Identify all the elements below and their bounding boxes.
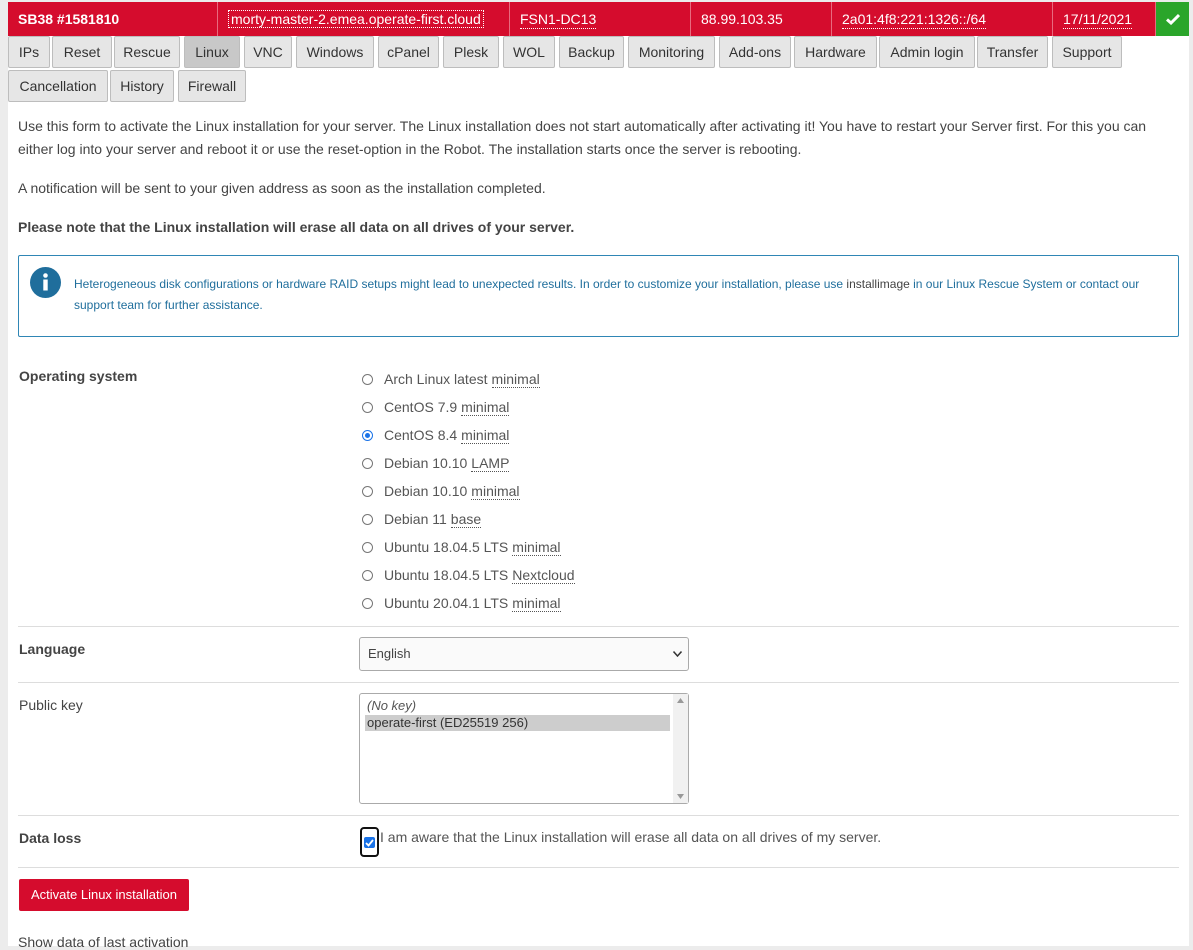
os-variant: minimal — [471, 482, 520, 500]
info-icon — [30, 267, 61, 298]
tab-plesk[interactable]: Plesk — [443, 36, 499, 68]
tab-support[interactable]: Support — [1052, 36, 1122, 68]
installimage-term: installimage — [846, 277, 910, 291]
tab-backup[interactable]: Backup — [559, 36, 624, 68]
dataloss-checkbox[interactable] — [364, 837, 375, 848]
tab-cancellation[interactable]: Cancellation — [8, 70, 108, 102]
server-date[interactable]: 17/11/2021 — [1053, 2, 1156, 36]
intro-line-1: Use this form to activate the Linux inst… — [18, 118, 1147, 134]
os-name: CentOS 8.4 — [384, 427, 458, 443]
tab-rescue[interactable]: Rescue — [114, 36, 180, 68]
os-name: Ubuntu 18.04.5 LTS — [384, 539, 509, 555]
check-icon — [1165, 13, 1180, 25]
os-name: Arch Linux latest — [384, 371, 488, 387]
info-box: Heterogeneous disk configurations or har… — [18, 255, 1179, 337]
server-hostname[interactable]: morty-master-2.emea.operate-first.cloud — [218, 2, 510, 36]
tab-ips[interactable]: IPs — [8, 36, 50, 68]
os-name: Debian 10.10 — [384, 483, 468, 499]
info-text: Heterogeneous disk configurations or har… — [74, 277, 1140, 312]
os-variant: minimal — [461, 426, 510, 444]
os-option[interactable]: Ubuntu 18.04.5 LTS Nextcloud — [362, 564, 575, 586]
os-variant: minimal — [512, 594, 561, 612]
language-select[interactable]: English — [359, 637, 689, 671]
status-ok — [1156, 2, 1189, 36]
server-header: SB38 #1581810 morty-master-2.emea.operat… — [8, 2, 1189, 36]
tab-vnc[interactable]: VNC — [244, 36, 292, 68]
tab-wol[interactable]: WOL — [503, 36, 555, 68]
os-radio[interactable] — [362, 457, 373, 469]
server-ipv6[interactable]: 2a01:4f8:221:1326::/64 — [832, 2, 1053, 36]
os-variant: LAMP — [471, 454, 510, 472]
os-label: Operating system — [19, 368, 138, 384]
os-radio[interactable] — [362, 485, 373, 497]
dataloss-checkbox-focus — [360, 827, 379, 857]
pubkey-listbox[interactable]: (No key) operate-first (ED25519 256) — [359, 693, 689, 804]
divider — [18, 867, 1179, 868]
os-option[interactable]: Arch Linux latest minimal — [362, 368, 540, 390]
language-label: Language — [19, 641, 86, 657]
os-name: Ubuntu 18.04.5 LTS — [384, 567, 509, 583]
os-name: Debian 11 — [384, 511, 447, 527]
os-variant: Nextcloud — [512, 566, 575, 584]
os-option[interactable]: Debian 11 base — [362, 508, 482, 530]
page: SB38 #1581810 morty-master-2.emea.operat… — [8, 2, 1189, 950]
os-option[interactable]: CentOS 8.4 minimal — [362, 424, 510, 446]
tab-linux[interactable]: Linux — [184, 36, 240, 68]
tab-hardware[interactable]: Hardware — [794, 36, 877, 68]
intro-line-2: either log into your server and reboot i… — [18, 141, 802, 157]
os-option[interactable]: Debian 10.10 minimal — [362, 480, 520, 502]
checkmark-icon — [365, 838, 374, 847]
os-option[interactable]: Ubuntu 18.04.5 LTS minimal — [362, 536, 561, 558]
dataloss-text[interactable]: I am aware that the Linux installation w… — [380, 829, 881, 845]
tab-add-ons[interactable]: Add-ons — [719, 36, 791, 68]
show-last-activation-link[interactable]: Show data of last activation — [18, 934, 188, 950]
tab-history[interactable]: History — [110, 70, 174, 102]
os-radio[interactable] — [362, 513, 373, 525]
os-radio[interactable] — [362, 541, 373, 553]
tab-windows[interactable]: Windows — [296, 36, 374, 68]
os-name: Debian 10.10 — [384, 455, 468, 471]
tab-admin-login[interactable]: Admin login — [879, 36, 975, 68]
os-option[interactable]: CentOS 7.9 minimal — [362, 396, 510, 418]
os-variant: minimal — [512, 538, 561, 556]
tab-firewall[interactable]: Firewall — [178, 70, 246, 102]
os-variant: minimal — [491, 370, 540, 388]
erase-warning: Please note that the Linux installation … — [18, 219, 575, 235]
os-radio[interactable] — [362, 429, 373, 441]
chevron-down-icon — [673, 651, 682, 657]
notification-text: A notification will be sent to your give… — [18, 180, 546, 196]
os-radio[interactable] — [362, 401, 373, 413]
tab-reset[interactable]: Reset — [52, 36, 112, 68]
pubkey-option[interactable]: operate-first (ED25519 256) — [365, 715, 670, 731]
divider — [18, 815, 1179, 816]
pubkey-option[interactable]: (No key) — [365, 698, 670, 714]
os-radio[interactable] — [362, 373, 373, 385]
divider — [18, 626, 1179, 627]
server-title: SB38 #1581810 — [8, 2, 218, 36]
os-name: Ubuntu 20.04.1 LTS — [384, 595, 509, 611]
os-radio[interactable] — [362, 597, 373, 609]
server-ipv4: 88.99.103.35 — [691, 2, 832, 36]
pubkey-label: Public key — [19, 697, 83, 713]
tab-cpanel[interactable]: cPanel — [378, 36, 439, 68]
activate-linux-button[interactable]: Activate Linux installation — [19, 879, 189, 911]
dataloss-label: Data loss — [19, 830, 82, 846]
os-radio[interactable] — [362, 569, 373, 581]
os-option[interactable]: Debian 10.10 LAMP — [362, 452, 510, 474]
scroll-up-icon — [677, 698, 684, 703]
scroll-down-icon — [677, 794, 684, 799]
os-name: CentOS 7.9 — [384, 399, 458, 415]
os-variant: base — [450, 510, 482, 528]
divider — [18, 682, 1179, 683]
os-option[interactable]: Ubuntu 20.04.1 LTS minimal — [362, 592, 561, 614]
tab-transfer[interactable]: Transfer — [977, 36, 1048, 68]
os-variant: minimal — [461, 398, 510, 416]
tab-monitoring[interactable]: Monitoring — [628, 36, 715, 68]
server-datacenter[interactable]: FSN1-DC13 — [510, 2, 691, 36]
listbox-scrollbar[interactable] — [673, 694, 688, 803]
